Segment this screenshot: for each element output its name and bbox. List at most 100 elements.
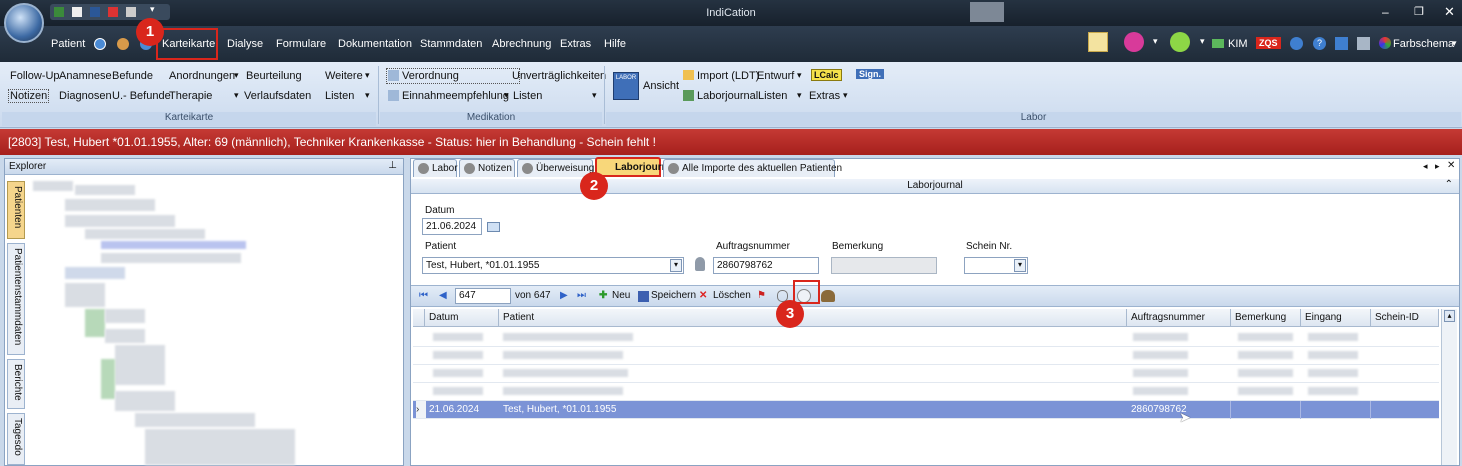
globe-icon[interactable] — [94, 38, 106, 50]
btn-sign[interactable]: Sign. — [856, 69, 884, 79]
chevron-down-icon[interactable]: ▾ — [843, 90, 848, 101]
status-icon[interactable] — [1170, 32, 1190, 52]
chevron-down-icon[interactable]: ▾ — [1452, 38, 1457, 49]
collapse-icon[interactable]: ⌃ — [1445, 179, 1453, 190]
save-icon[interactable] — [638, 291, 649, 302]
palette-icon[interactable] — [1379, 37, 1391, 49]
minimize-icon[interactable]: – — [1382, 5, 1389, 19]
tab-dialyse[interactable]: Dialyse — [227, 38, 263, 50]
chevron-down-icon[interactable]: ▾ — [797, 70, 802, 81]
btn-entwurf[interactable]: Entwurf — [757, 70, 794, 82]
next-record-icon[interactable]: ▶ — [560, 290, 568, 301]
tab-scroll-left-icon[interactable]: ◂ — [1423, 161, 1428, 172]
table-row[interactable] — [413, 329, 1439, 347]
add-icon[interactable]: ✚ — [599, 290, 607, 301]
kim-icon[interactable] — [1212, 39, 1224, 48]
calendar-icon[interactable] — [487, 222, 500, 232]
farbschema-menu[interactable]: Farbschema — [1393, 38, 1454, 50]
flag-icon[interactable]: ⚑ — [757, 290, 766, 301]
kim-label[interactable]: KIM — [1228, 38, 1248, 50]
sidetab-berichte[interactable]: Berichte — [7, 359, 25, 409]
person-icon[interactable] — [117, 38, 129, 50]
tab-extras[interactable]: Extras — [560, 38, 591, 50]
cell-patient[interactable]: Test, Hubert, *01.01.1955 — [503, 404, 616, 415]
scroll-up-icon[interactable]: ▴ — [1444, 310, 1455, 322]
tab-laborjournal[interactable]: Laborjournal — [595, 157, 676, 177]
close-icon[interactable]: ✕ — [1447, 160, 1455, 171]
btn-anordnungen[interactable]: Anordnungen — [169, 70, 235, 82]
patient-search-icon[interactable] — [695, 257, 705, 271]
record-position-field[interactable]: 647 — [455, 288, 511, 304]
btn-laborjournal[interactable]: Laborjournal — [697, 90, 758, 102]
chevron-down-icon[interactable]: ▾ — [592, 90, 597, 101]
wand-icon[interactable] — [1088, 32, 1108, 52]
btn-befunde[interactable]: Befunde — [112, 70, 153, 82]
restore-icon[interactable]: ❐ — [1414, 5, 1424, 18]
chevron-down-icon[interactable]: ▾ — [504, 90, 509, 101]
chevron-down-icon[interactable]: ▾ — [797, 90, 802, 101]
btn-listen-medikation[interactable]: Listen — [513, 90, 542, 102]
chevron-down-icon[interactable]: ▾ — [234, 70, 239, 81]
chevron-down-icon[interactable]: ▾ — [1014, 259, 1026, 272]
col-header-datum[interactable]: Datum — [425, 309, 499, 327]
tab-scroll-right-icon[interactable]: ▸ — [1435, 161, 1440, 172]
dropdown-icon[interactable]: ▾ — [1200, 36, 1205, 47]
tab-abrechnung[interactable]: Abrechnung — [492, 38, 551, 50]
tab-stammdaten[interactable]: Stammdaten — [420, 38, 482, 50]
btn-weitere[interactable]: Weitere — [325, 70, 363, 82]
help-icon[interactable]: ? — [1313, 37, 1326, 50]
cell-datum[interactable]: 21.06.2024 — [429, 404, 479, 415]
auftragsnummer-field[interactable]: 2860798762 — [713, 257, 819, 274]
info-icon[interactable] — [1335, 37, 1348, 50]
sidetab-tagesdo[interactable]: Tagesdo — [7, 413, 25, 465]
tools-icon[interactable] — [1357, 37, 1370, 50]
users-icon[interactable] — [821, 290, 835, 302]
chevron-down-icon[interactable]: ▾ — [365, 70, 370, 81]
table-row[interactable] — [413, 383, 1439, 401]
btn-unvertraeglichkeiten[interactable]: Unverträglichkeiten — [512, 70, 606, 82]
col-header-schein-id[interactable]: Schein-ID — [1371, 309, 1439, 327]
pin-icon[interactable]: ⊥ — [388, 160, 397, 171]
grid-layout-icon[interactable] — [970, 2, 1004, 22]
tab-formulare[interactable]: Formulare — [276, 38, 326, 50]
dropdown-icon[interactable]: ▾ — [1153, 36, 1158, 47]
tab-patient[interactable]: Patient — [51, 38, 85, 50]
tab-ueberweisung[interactable]: Überweisung — [517, 159, 594, 177]
btn-diagnosen[interactable]: Diagnosen — [59, 90, 112, 102]
btn-ansicht[interactable]: Ansicht — [643, 80, 679, 92]
btn-notizen[interactable]: Notizen — [8, 89, 50, 103]
chevron-down-icon[interactable]: ▾ — [234, 90, 239, 101]
btn-extras-labor[interactable]: Extras — [809, 90, 840, 102]
btn-anamnese[interactable]: Anamnese — [59, 70, 112, 82]
btn-einnahmeempfehlung[interactable]: Einnahmeempfehlung — [402, 90, 509, 102]
tab-labor[interactable]: Labor — [413, 159, 458, 177]
btn-lcalc[interactable]: LCalc — [811, 69, 842, 81]
col-header-auftragsnummer[interactable]: Auftragsnummer — [1127, 309, 1231, 327]
schein-nr-select[interactable]: ▾ — [964, 257, 1028, 274]
col-header-patient[interactable]: Patient — [499, 309, 1127, 327]
btn-beurteilung[interactable]: Beurteilung — [246, 70, 302, 82]
btn-import-ldt[interactable]: Import (LDT) — [697, 70, 759, 82]
loeschen-button[interactable]: Löschen — [713, 290, 751, 301]
btn-follow-up[interactable]: Follow-Up — [10, 70, 60, 82]
btn-verordnung[interactable]: Verordnung — [386, 68, 520, 84]
prev-record-icon[interactable]: ◀ — [439, 290, 447, 301]
close-icon[interactable]: ✕ — [1444, 4, 1455, 20]
chevron-down-icon[interactable]: ▾ — [670, 259, 682, 272]
btn-therapie[interactable]: Therapie — [169, 90, 212, 102]
zqs-badge[interactable]: ZQS — [1256, 37, 1281, 49]
vertical-scrollbar[interactable]: ▴ — [1441, 309, 1457, 465]
bug-icon[interactable] — [1124, 32, 1144, 52]
last-record-icon[interactable]: ⏭ — [577, 290, 586, 301]
delete-icon[interactable]: ✕ — [699, 290, 707, 301]
col-header-bemerkung[interactable]: Bemerkung — [1231, 309, 1301, 327]
tab-dokumentation[interactable]: Dokumentation — [338, 38, 412, 50]
refresh-icon[interactable] — [1290, 37, 1303, 50]
app-logo-icon[interactable] — [4, 3, 44, 43]
btn-verlaufsdaten[interactable]: Verlaufsdaten — [244, 90, 311, 102]
tab-notizen[interactable]: Notizen — [459, 159, 515, 177]
first-record-icon[interactable]: ⏮ — [419, 290, 428, 301]
speichern-button[interactable]: Speichern — [651, 290, 696, 301]
bemerkung-field[interactable] — [831, 257, 937, 274]
tab-alle-importe[interactable]: Alle Importe des aktuellen Patienten — [663, 159, 842, 177]
